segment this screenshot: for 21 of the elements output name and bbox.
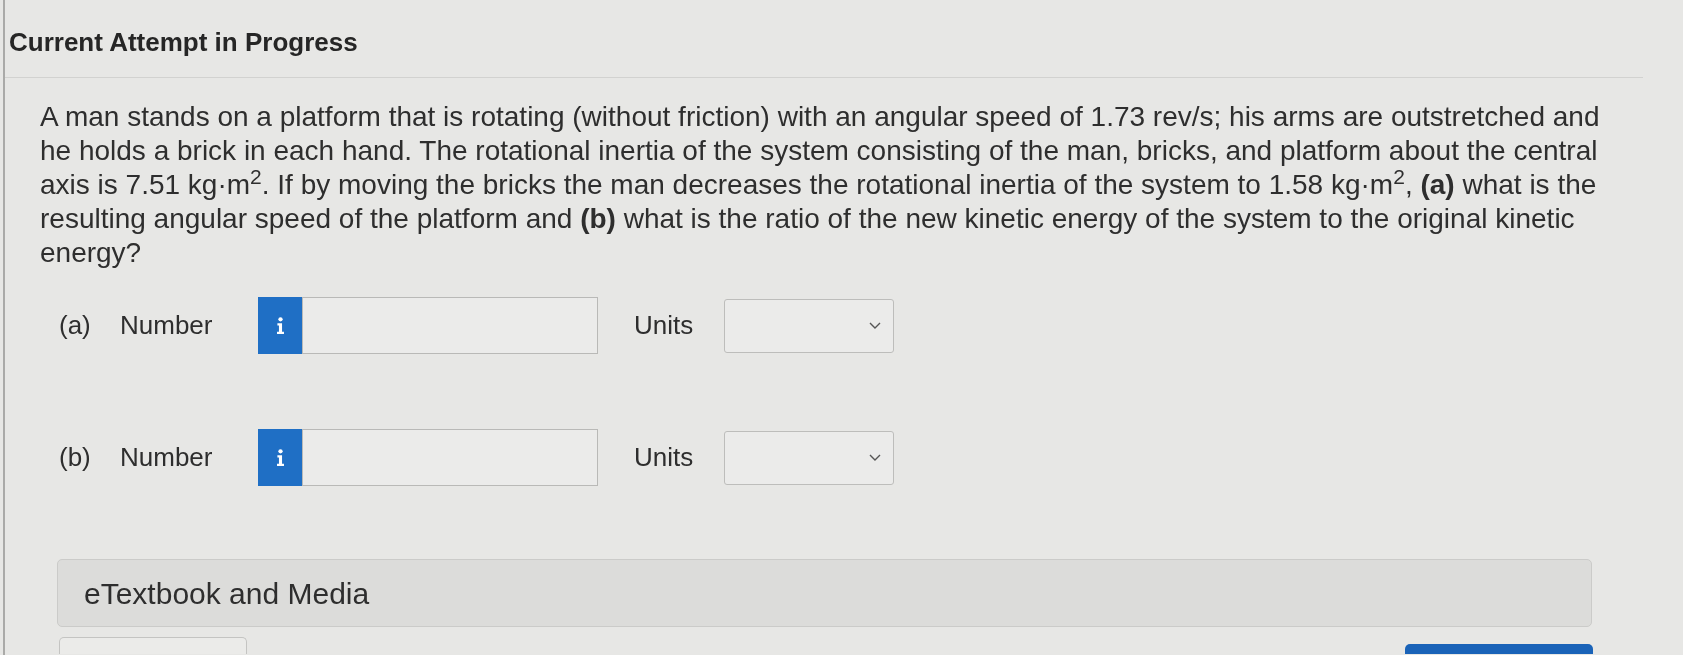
number-field[interactable]: [302, 429, 598, 486]
part-label: (a): [59, 309, 92, 342]
units-label: Units: [634, 441, 695, 474]
units-label: Units: [634, 309, 695, 342]
primary-button[interactable]: [1405, 644, 1593, 654]
section-header-bar[interactable]: eTextbook and Media: [57, 559, 1592, 627]
info-icon: [275, 449, 285, 466]
units-dropdown[interactable]: [724, 298, 894, 353]
info-button[interactable]: [258, 429, 302, 486]
chevron-down-icon: [869, 322, 881, 329]
number-field[interactable]: [302, 297, 598, 354]
field-label: Number: [120, 441, 214, 474]
chevron-down-icon: [869, 454, 881, 461]
part-label: (b): [59, 441, 92, 474]
question-text: A man stands on a platform that is rotating (without friction) with an angular speed of 1.73 rev/s; his arms are outstretched and he holds a brick in each hand. The rotational inertia of the system consisting of the man, bricks, and platform about the central axis is 7.51 kg·m$^{2}$. If by moving the bricks the man decreases the rotational inertia of the system to 1.58 kg·m$^{2}$, (a) what is the resulting angular speed of the platform and (b) what is the ratio of the new kinetic energy of the system to the original kinetic energy?: [39, 100, 1601, 270]
info-button[interactable]: [258, 297, 302, 354]
page-title: Current Attempt in Progress: [9, 26, 358, 59]
field-label: Number: [120, 309, 214, 342]
units-dropdown[interactable]: [724, 430, 894, 485]
info-icon: [275, 317, 285, 334]
secondary-button[interactable]: [59, 637, 247, 654]
